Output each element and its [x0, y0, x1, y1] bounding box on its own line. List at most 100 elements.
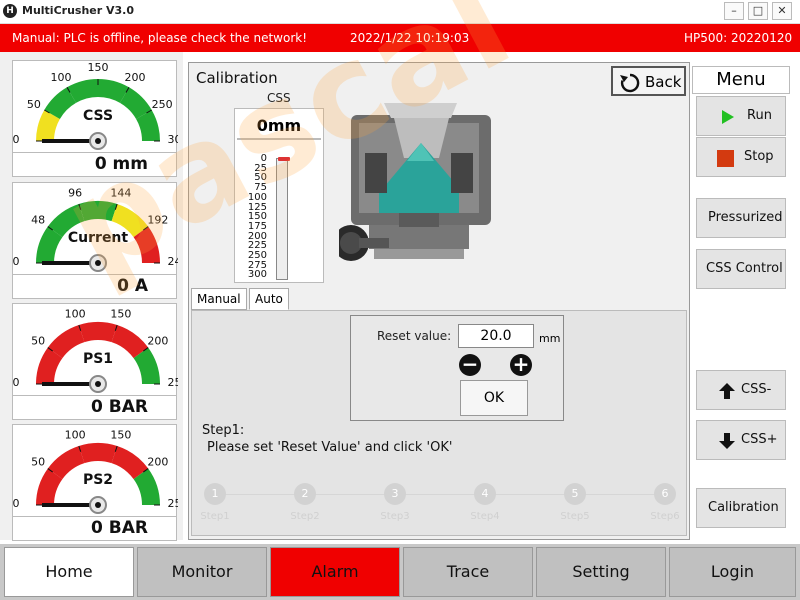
gauge-tick-label: 150: [88, 61, 109, 74]
css-scale-tick: 300: [247, 269, 267, 281]
window-title: MultiCrusher V3.0: [22, 4, 134, 17]
cone-crusher-image: [339, 103, 491, 261]
gauge-tick-label: 0: [13, 376, 20, 389]
app-window: H MultiCrusher V3.0 – □ ✕ Manual: PLC is…: [0, 0, 800, 600]
gauge-ps2: 0 50 100 150 200 250 PS2 0 BAR: [12, 424, 179, 541]
gauge-hub-center: [95, 260, 101, 266]
stop-button[interactable]: Stop: [696, 137, 786, 177]
step-title: Step1:: [202, 423, 245, 438]
step-dot: 1: [204, 483, 226, 505]
gauge-tick-label: 144: [110, 187, 131, 200]
decrement-button[interactable]: −: [459, 354, 481, 376]
css-scale: 0 25 50 75 100 125 150 175 200 225 250 275 300: [235, 154, 325, 282]
nav-setting[interactable]: Setting: [536, 547, 666, 597]
gauge-tick-label: 150: [110, 429, 131, 442]
gauge-tick-label: 100: [65, 308, 86, 321]
pressurized-button-label: Pressurized: [708, 210, 783, 225]
gauge-hub-center: [95, 502, 101, 508]
gauge-tick-label: 100: [51, 71, 72, 84]
app-logo-icon: H: [3, 4, 17, 18]
tab-auto[interactable]: Auto: [249, 288, 289, 310]
step-dot: 6: [654, 483, 676, 505]
ok-button[interactable]: OK: [460, 380, 528, 416]
back-button[interactable]: Back: [611, 66, 686, 96]
minimize-button[interactable]: –: [724, 2, 744, 20]
gauge-tick-label: 48: [31, 214, 45, 227]
pressurized-button[interactable]: Pressurized: [696, 198, 786, 238]
step-indicator: 3 Step3: [372, 483, 418, 522]
gauge-ps1-dial: 0 50 100 150 200 250 PS1: [13, 308, 179, 393]
step-label: Step3: [380, 511, 410, 522]
gauge-tick-label: 240: [168, 255, 179, 268]
restore-button[interactable]: □: [748, 2, 768, 20]
run-button-label: Run: [747, 108, 772, 123]
status-message: Manual: PLC is offline, please check the…: [12, 31, 308, 45]
step-indicator: 4 Step4: [462, 483, 508, 522]
gauge-zone: [78, 201, 118, 222]
gauge-tick-label: 50: [27, 98, 41, 111]
css-plus-button[interactable]: CSS+: [696, 420, 786, 460]
gauge-css-value: 0 mm: [13, 152, 176, 176]
reset-value-input[interactable]: 20.0: [458, 324, 534, 348]
nav-alarm[interactable]: Alarm: [270, 547, 400, 597]
gauge-tick-label: 100: [65, 429, 86, 442]
nav-monitor[interactable]: Monitor: [137, 547, 267, 597]
tab-manual[interactable]: Manual: [191, 288, 247, 310]
gauge-label: PS1: [83, 351, 113, 367]
gauge-tick-label: 0: [13, 133, 20, 146]
gauge-tick-label: 200: [147, 456, 168, 469]
gauge-ps2-dial: 0 50 100 150 200 250 PS2: [13, 429, 179, 514]
gauge-tick-label: 0: [13, 497, 20, 510]
nav-home[interactable]: Home: [4, 547, 134, 597]
css-indicator: 0mm 0 25 50 75 100 125 150 175 200 225 250 275 300: [234, 108, 324, 283]
auto-tab-panel: Reset value: 20.0 mm − + OK Step1: Pleas…: [191, 310, 687, 536]
step-dot: 2: [294, 483, 316, 505]
step-label: Step5: [560, 511, 590, 522]
close-button[interactable]: ✕: [772, 2, 792, 20]
stop-button-label: Stop: [744, 149, 774, 164]
css-minus-button-label: CSS-: [741, 382, 772, 397]
status-bar: Manual: PLC is offline, please check the…: [0, 24, 800, 52]
css-scale-marker: [278, 157, 290, 161]
gauge-tick-label: 200: [125, 71, 146, 84]
reset-value-unit: mm: [539, 332, 561, 345]
css-label: CSS: [267, 91, 291, 105]
gauge-hub-center: [95, 381, 101, 387]
gauge-label: Current: [68, 230, 129, 246]
stop-icon: [717, 150, 734, 167]
gauge-css-dial: 0 50 100 150 200 250 300 CSS: [13, 61, 179, 150]
css-control-button[interactable]: CSS Control: [696, 249, 786, 289]
css-minus-button[interactable]: CSS-: [696, 370, 786, 410]
back-arrow-icon: [620, 73, 640, 93]
gauge-tick-label: 250: [152, 98, 173, 111]
increment-button[interactable]: +: [510, 354, 532, 376]
gauge-hub-center: [95, 138, 101, 144]
step-label: Step4: [470, 511, 500, 522]
nav-login[interactable]: Login: [669, 547, 796, 597]
gauge-zone: [78, 322, 118, 343]
status-model: HP500: 20220120: [684, 31, 793, 45]
step-indicator: 6 Step6: [642, 483, 688, 522]
gauge-current-dial: 0 48 96 144 192 240 Current: [13, 187, 179, 272]
step-label: Step6: [650, 511, 680, 522]
nav-trace[interactable]: Trace: [403, 547, 533, 597]
arrow-up-icon: [719, 383, 735, 399]
calibration-button[interactable]: Calibration: [696, 488, 786, 528]
gauge-tick-label: 0: [13, 255, 20, 268]
run-button[interactable]: Run: [696, 96, 786, 136]
step-dot: 4: [474, 483, 496, 505]
gauge-tick-label: 250: [168, 376, 179, 389]
arrow-down-icon: [719, 433, 735, 449]
step-indicator: 1 Step1: [192, 483, 238, 522]
step-indicator: 2 Step2: [282, 483, 328, 522]
css-readout: 0mm: [237, 112, 321, 140]
back-button-label: Back: [645, 73, 682, 91]
menu-column: Menu Run Stop Pressurized CSS Control CS…: [692, 66, 790, 540]
calibration-title: Calibration: [196, 69, 278, 87]
css-scale-bar: [276, 158, 288, 280]
status-datetime: 2022/1/22 10:19:03: [350, 31, 470, 45]
reset-value-label: Reset value:: [377, 329, 452, 343]
bottom-nav: Home Monitor Alarm Trace Setting Login: [0, 544, 800, 600]
gauge-tick-label: 300: [168, 133, 179, 146]
gauge-tick-label: 250: [168, 497, 179, 510]
